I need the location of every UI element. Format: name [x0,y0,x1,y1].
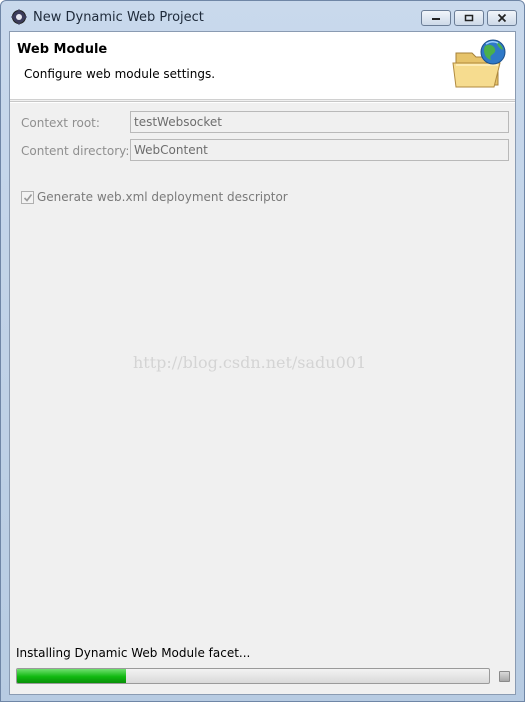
content-directory-input[interactable]: WebContent [130,139,509,161]
dialog-content: Web Module Configure web module settings… [9,31,516,695]
close-button[interactable] [487,10,517,26]
generate-descriptor-label[interactable]: Generate web.xml deployment descriptor [37,190,288,204]
minimize-button[interactable] [421,10,451,26]
progress-bar-fill [17,669,126,683]
checkmark-icon [23,194,33,202]
close-icon [497,13,507,23]
maximize-button[interactable] [454,10,484,26]
maximize-icon [464,14,474,22]
generate-descriptor-checkbox[interactable] [21,191,34,204]
minimize-icon [432,18,440,20]
status-message: Installing Dynamic Web Module facet... [16,646,251,660]
progress-bar [16,668,490,684]
header-separator [10,101,515,103]
title-bar[interactable]: New Dynamic Web Project [1,1,524,31]
content-directory-label: Content directory: [21,144,130,158]
eclipse-gear-icon [11,9,27,25]
context-root-label: Context root: [21,116,100,130]
page-description: Configure web module settings. [24,67,216,81]
watermark-text: http://blog.csdn.net/sadu001 [133,353,367,372]
dialog-window: New Dynamic Web Project Web Module Confi… [0,0,525,702]
wizard-header: Web Module Configure web module settings… [10,32,515,100]
window-title: New Dynamic Web Project [33,10,204,25]
page-title: Web Module [17,42,108,57]
stop-button[interactable] [499,671,510,682]
web-folder-globe-icon [450,37,512,97]
context-root-input[interactable]: testWebsocket [130,111,509,133]
